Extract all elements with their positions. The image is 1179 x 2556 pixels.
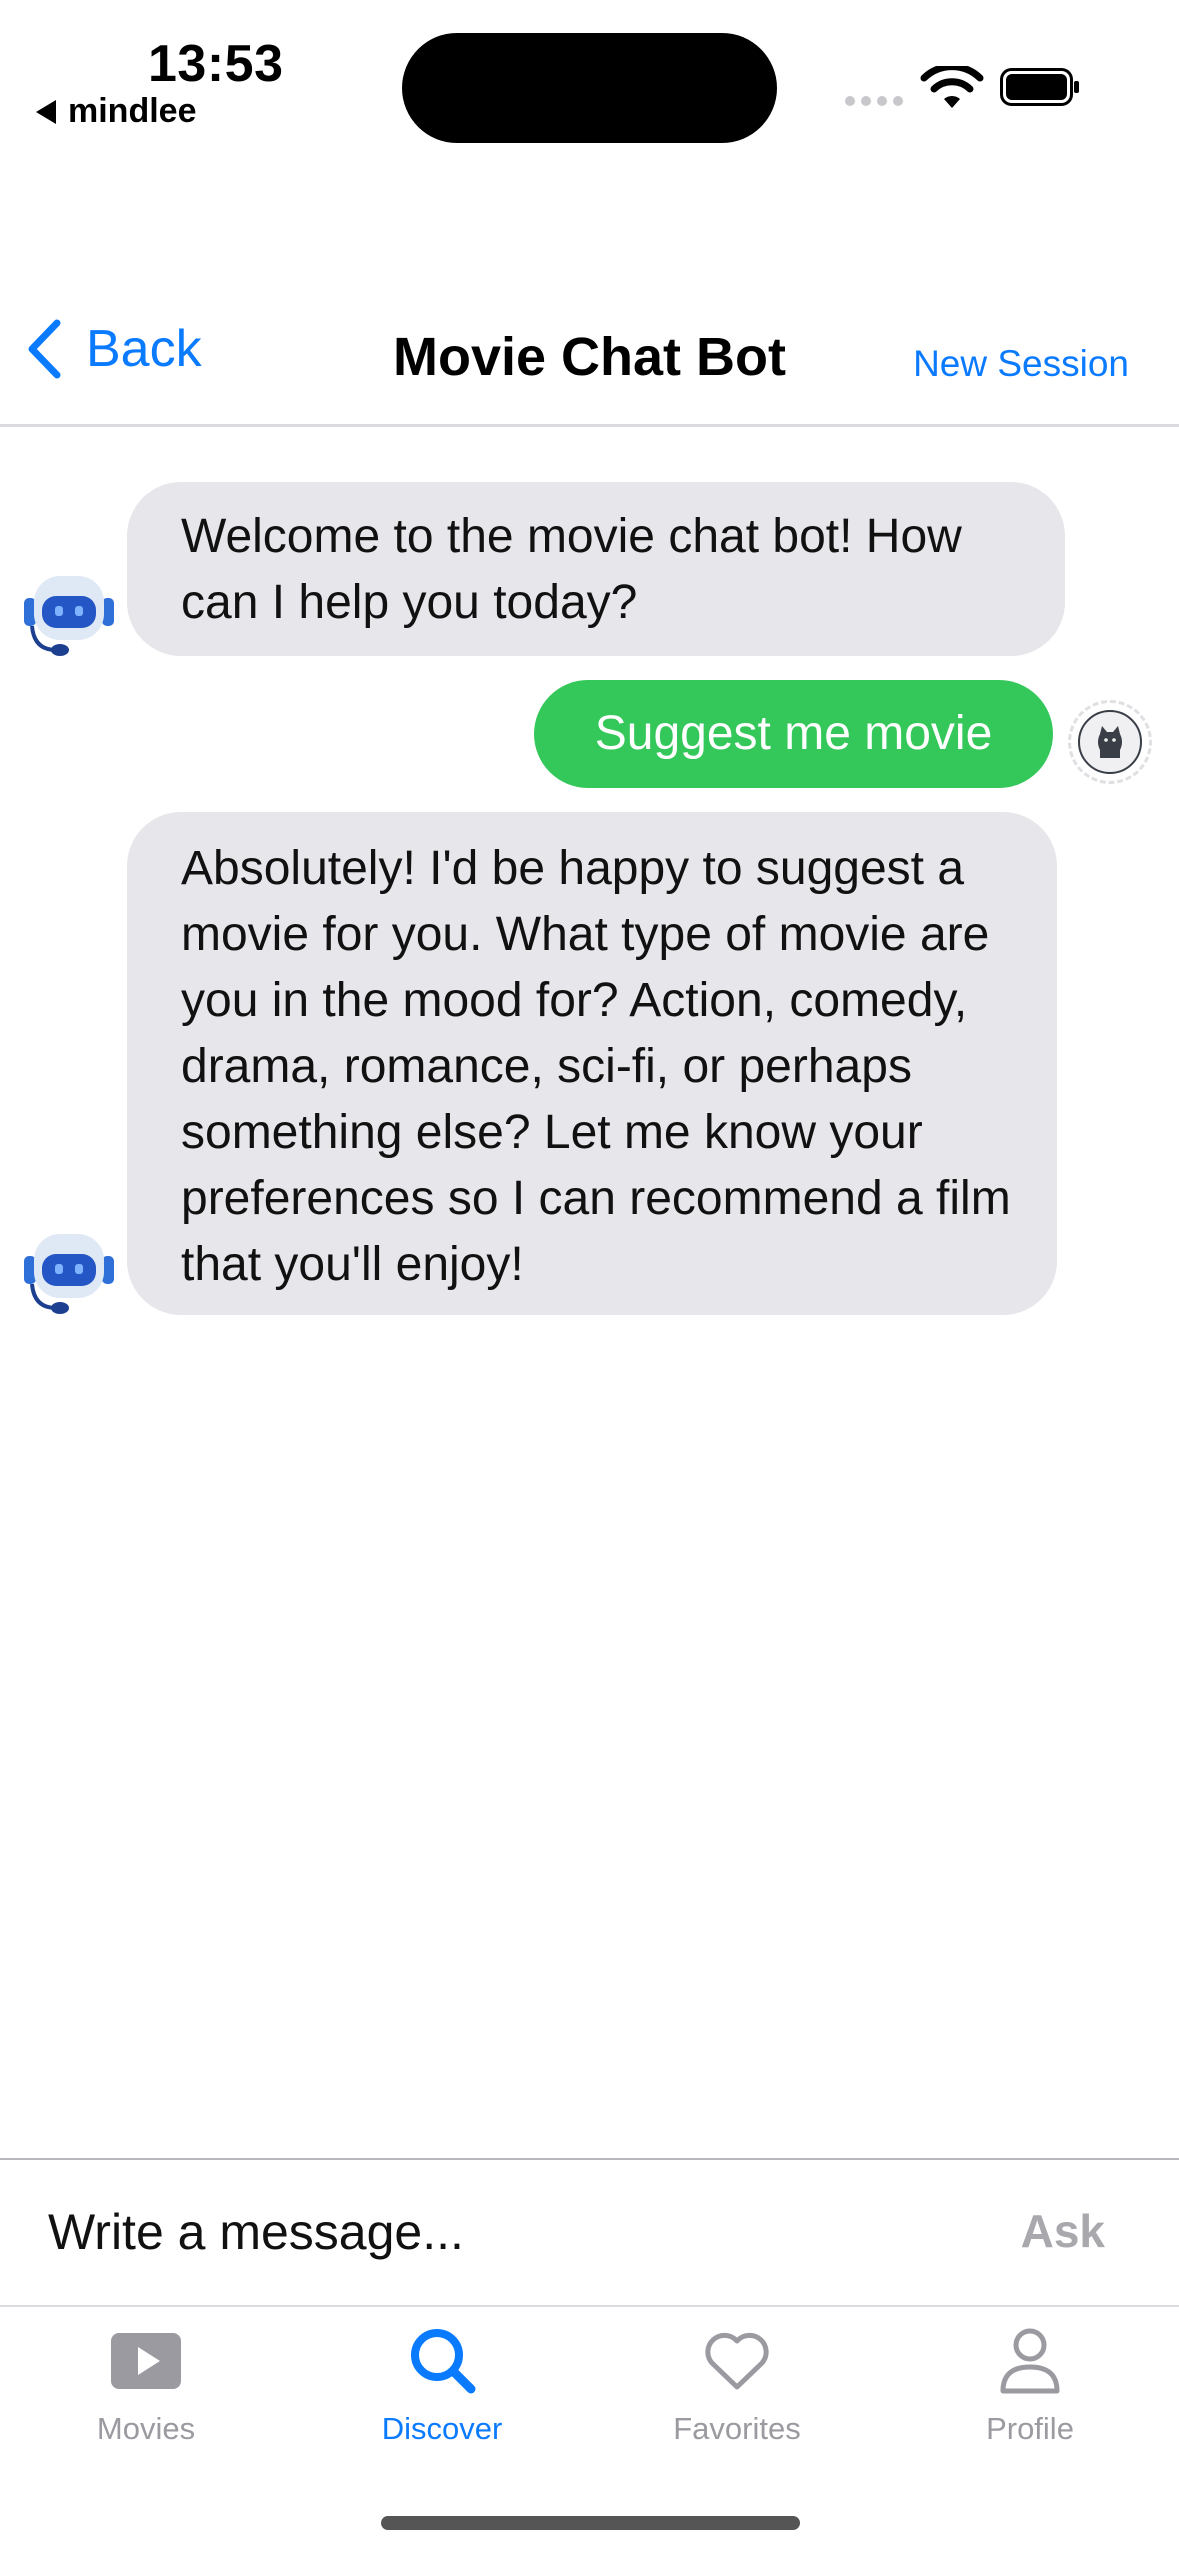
wifi-icon <box>920 66 984 108</box>
composer-top-border <box>0 2158 1179 2160</box>
tab-discover[interactable]: Discover <box>342 2325 542 2465</box>
play-icon <box>111 2333 181 2389</box>
nav-divider <box>0 424 1179 427</box>
user-message: Suggest me movie <box>534 680 1053 788</box>
tab-favorites-label: Favorites <box>673 2411 801 2446</box>
home-indicator <box>381 2516 800 2530</box>
new-session-button[interactable]: New Session <box>913 343 1129 385</box>
cat-avatar-icon <box>1078 710 1142 774</box>
cellular-signal-icon <box>845 96 903 106</box>
composer-bottom-border <box>0 2305 1179 2307</box>
bot-message: Absolutely! I'd be happy to suggest a mo… <box>127 812 1057 1315</box>
search-icon <box>411 2329 476 2394</box>
user-avatar <box>1068 700 1152 784</box>
tab-discover-label: Discover <box>381 2411 503 2446</box>
bot-avatar-icon <box>24 576 114 656</box>
tab-favorites[interactable]: Favorites <box>637 2325 837 2465</box>
bot-avatar-icon <box>24 1234 114 1314</box>
tab-movies[interactable]: Movies <box>46 2325 246 2465</box>
bot-message: Welcome to the movie chat bot! How can I… <box>127 482 1065 656</box>
battery-icon <box>1000 68 1079 106</box>
dynamic-island <box>402 33 777 143</box>
ask-button[interactable]: Ask <box>1021 2204 1105 2258</box>
person-icon <box>1000 2328 1060 2394</box>
tab-movies-label: Movies <box>96 2411 196 2446</box>
message-input[interactable] <box>48 2192 948 2272</box>
tab-profile-label: Profile <box>986 2411 1074 2446</box>
status-back-to-app[interactable]: mindlee <box>36 92 196 131</box>
back-triangle-icon <box>36 99 56 124</box>
status-back-app-label: mindlee <box>68 92 197 130</box>
status-time: 13:53 <box>148 35 284 93</box>
heart-icon <box>705 2332 769 2390</box>
tab-profile[interactable]: Profile <box>930 2325 1130 2465</box>
